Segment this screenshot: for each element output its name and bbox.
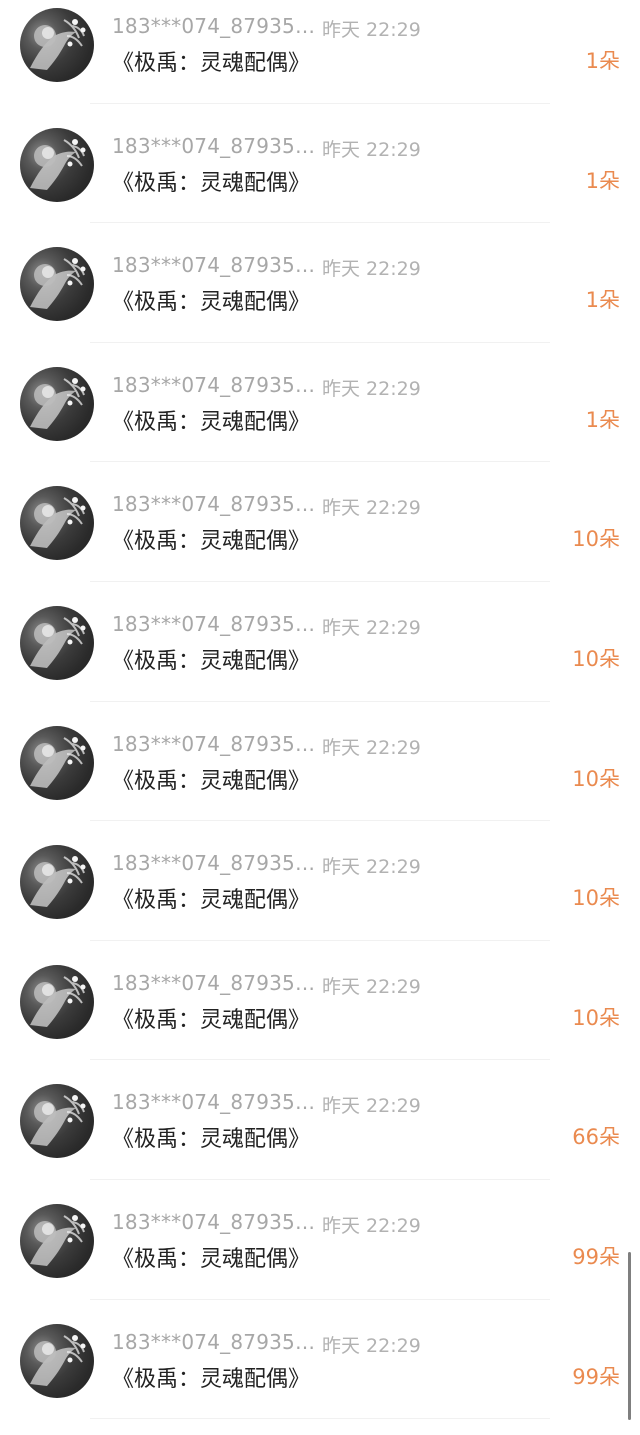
timestamp: 昨天 22:29 bbox=[322, 616, 421, 639]
timestamp: 昨天 22:29 bbox=[322, 856, 421, 879]
list-item[interactable]: 183***074_87935… 昨天 22:29 《极禹：灵魂配偶》 99朵 bbox=[0, 1316, 640, 1435]
gift-amount: 10朵 bbox=[572, 766, 620, 791]
gift-amount: 1朵 bbox=[585, 49, 620, 73]
username: 183***074_87935… bbox=[112, 1090, 316, 1115]
gift-amount: 10朵 bbox=[572, 646, 620, 671]
username: 183***074_87935… bbox=[112, 611, 316, 636]
list-item[interactable]: 183***074_87935… 昨天 22:29 《极禹：灵魂配偶》 10朵 bbox=[0, 598, 640, 718]
timestamp: 昨天 22:29 bbox=[322, 377, 421, 400]
user-avatar[interactable] bbox=[20, 366, 94, 441]
list-item[interactable]: 183***074_87935… 昨天 22:29 《极禹：灵魂配偶》 1朵 bbox=[0, 239, 640, 359]
timestamp: 昨天 22:29 bbox=[322, 258, 421, 281]
username: 183***074_87935… bbox=[112, 851, 316, 876]
gift-amount: 66朵 bbox=[572, 1125, 620, 1150]
gift-amount: 1朵 bbox=[585, 168, 620, 193]
username: 183***074_87935… bbox=[112, 492, 316, 517]
timestamp: 昨天 22:29 bbox=[322, 1214, 421, 1237]
book-title: 《极禹：灵魂配偶》 bbox=[112, 768, 311, 794]
list-item[interactable]: 183***074_87935… 昨天 22:29 《极禹：灵魂配偶》 10朵 bbox=[0, 478, 640, 598]
user-avatar[interactable] bbox=[20, 8, 94, 82]
gift-amount: 99朵 bbox=[572, 1364, 620, 1389]
timestamp: 昨天 22:29 bbox=[322, 497, 421, 520]
username: 183***074_87935… bbox=[112, 1209, 316, 1234]
list-item[interactable]: 183***074_87935… 昨天 22:29 《极禹：灵魂配偶》 1朵 bbox=[0, 120, 640, 240]
user-avatar[interactable] bbox=[20, 964, 94, 1039]
user-avatar[interactable] bbox=[20, 1323, 94, 1398]
book-title: 《极禹：灵魂配偶》 bbox=[112, 529, 311, 555]
book-title: 《极禹：灵魂配偶》 bbox=[112, 648, 311, 674]
timestamp: 昨天 22:29 bbox=[322, 736, 421, 759]
gift-amount: 99朵 bbox=[572, 1244, 620, 1269]
timestamp: 昨天 22:29 bbox=[322, 1334, 421, 1357]
book-title: 《极禹：灵魂配偶》 bbox=[112, 888, 311, 914]
user-avatar[interactable] bbox=[20, 247, 94, 322]
user-avatar[interactable] bbox=[20, 1084, 94, 1159]
user-avatar[interactable] bbox=[20, 845, 94, 920]
list-item[interactable]: 183***074_87935… 昨天 22:29 《极禹：灵魂配偶》 1朵 bbox=[0, 359, 640, 479]
timestamp: 昨天 22:29 bbox=[322, 975, 421, 998]
username: 183***074_87935… bbox=[112, 14, 316, 38]
list-item[interactable]: 183***074_87935… 昨天 22:29 《极禹：灵魂配偶》 10朵 bbox=[0, 837, 640, 957]
username: 183***074_87935… bbox=[112, 731, 316, 756]
gift-amount: 10朵 bbox=[572, 1005, 620, 1030]
timestamp: 昨天 22:29 bbox=[322, 19, 421, 41]
gift-record-list: 183***074_87935… 昨天 22:29 《极禹：灵魂配偶》 1朵 1… bbox=[0, 0, 640, 1435]
username: 183***074_87935… bbox=[112, 253, 316, 278]
book-title: 《极禹：灵魂配偶》 bbox=[112, 51, 311, 76]
book-title: 《极禹：灵魂配偶》 bbox=[112, 1246, 311, 1272]
book-title: 《极禹：灵魂配偶》 bbox=[112, 409, 311, 435]
book-title: 《极禹：灵魂配偶》 bbox=[112, 170, 311, 196]
gift-amount: 10朵 bbox=[572, 527, 620, 552]
list-item[interactable]: 183***074_87935… 昨天 22:29 《极禹：灵魂配偶》 1朵 bbox=[0, 0, 640, 120]
username: 183***074_87935… bbox=[112, 133, 316, 158]
username: 183***074_87935… bbox=[112, 970, 316, 995]
list-item[interactable]: 183***074_87935… 昨天 22:29 《极禹：灵魂配偶》 10朵 bbox=[0, 718, 640, 838]
username: 183***074_87935… bbox=[112, 1329, 316, 1354]
username: 183***074_87935… bbox=[112, 372, 316, 397]
book-title: 《极禹：灵魂配偶》 bbox=[112, 290, 311, 316]
book-title: 《极禹：灵魂配偶》 bbox=[112, 1127, 311, 1153]
list-item[interactable]: 183***074_87935… 昨天 22:29 《极禹：灵魂配偶》 99朵 bbox=[0, 1196, 640, 1316]
user-avatar[interactable] bbox=[20, 1203, 94, 1278]
user-avatar[interactable] bbox=[20, 725, 94, 800]
gift-amount: 1朵 bbox=[585, 288, 620, 313]
book-title: 《极禹：灵魂配偶》 bbox=[112, 1007, 311, 1033]
list-item[interactable]: 183***074_87935… 昨天 22:29 《极禹：灵魂配偶》 10朵 bbox=[0, 957, 640, 1077]
timestamp: 昨天 22:29 bbox=[322, 138, 421, 161]
user-avatar[interactable] bbox=[20, 486, 94, 561]
timestamp: 昨天 22:29 bbox=[322, 1095, 421, 1118]
book-title: 《极禹：灵魂配偶》 bbox=[112, 1366, 311, 1392]
list-item[interactable]: 183***074_87935… 昨天 22:29 《极禹：灵魂配偶》 66朵 bbox=[0, 1076, 640, 1196]
scrollbar[interactable] bbox=[628, 1252, 631, 1420]
gift-amount: 10朵 bbox=[572, 886, 620, 911]
user-avatar[interactable] bbox=[20, 127, 94, 202]
gift-amount: 1朵 bbox=[585, 407, 620, 432]
user-avatar[interactable] bbox=[20, 605, 94, 680]
